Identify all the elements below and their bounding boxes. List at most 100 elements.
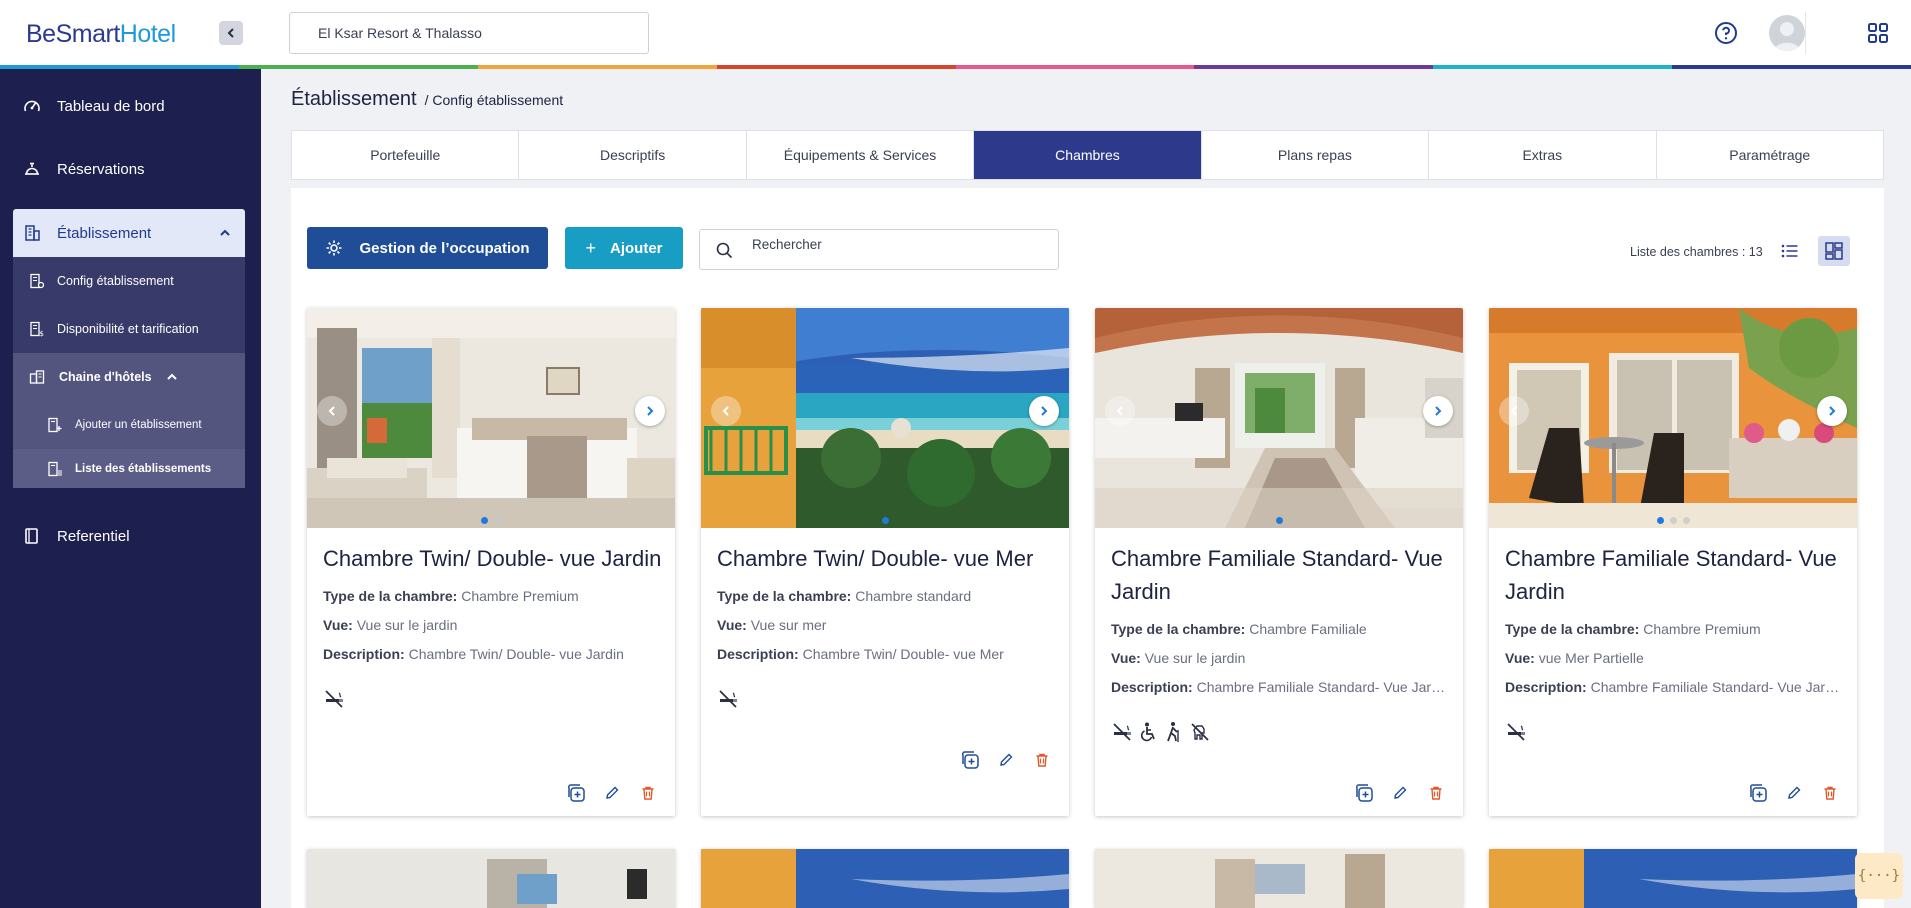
room-amenities	[717, 688, 1057, 710]
duplicate-icon	[567, 784, 585, 802]
carousel-next-button[interactable]	[635, 396, 665, 426]
sidebar-item-disponibilite[interactable]: $ Disponibilité et tarification	[13, 305, 245, 353]
apps-menu-button[interactable]	[1863, 18, 1893, 48]
search-input[interactable]	[752, 234, 1042, 254]
plus-icon: +	[585, 237, 596, 258]
help-button[interactable]	[1711, 18, 1741, 48]
delete-room-button[interactable]	[637, 782, 659, 804]
sidebar-item-liste-etablissements[interactable]: Liste des établissements	[13, 449, 245, 488]
trash-icon	[1824, 786, 1836, 800]
trash-icon	[1036, 753, 1048, 767]
grid-view-button[interactable]	[1818, 236, 1850, 266]
duplicate-room-button[interactable]	[1353, 782, 1375, 804]
sidebar-item-referentiel[interactable]: Referentiel	[13, 513, 245, 559]
add-room-button[interactable]: + Ajouter	[565, 227, 683, 269]
room-description: Description: Chambre Familiale Standard-…	[1111, 679, 1447, 695]
sidebar-item-label: Réservations	[57, 160, 145, 178]
no-smoking-icon	[1113, 723, 1131, 741]
building-add-icon	[48, 417, 62, 433]
carousel-next-button[interactable]	[1817, 396, 1847, 426]
carousel-dot[interactable]	[494, 517, 501, 524]
building-price-icon: $	[30, 321, 44, 337]
tab-parametrage[interactable]: Paramétrage	[1657, 131, 1883, 179]
sidebar-item-dashboard[interactable]: Tableau de bord	[13, 83, 245, 129]
user-avatar[interactable]	[1769, 15, 1805, 51]
room-photo	[307, 849, 675, 908]
breadcrumb-sub[interactable]: / Config établissement	[425, 92, 564, 108]
room-photo	[701, 849, 1069, 908]
room-type-label: Type de la chambre:	[1505, 621, 1640, 637]
grid-view-icon	[1825, 242, 1843, 260]
room-type-label: Type de la chambre:	[1111, 621, 1246, 637]
carousel-dot[interactable]	[1656, 517, 1664, 524]
sidebar-item-chaine-hotels[interactable]: Chaine d'hôtels	[13, 353, 245, 401]
room-description-label: Description:	[717, 646, 799, 662]
sidebar-item-etablissement[interactable]: Établissement	[13, 209, 245, 257]
tab-chambres[interactable]: Chambres	[974, 131, 1202, 179]
user-silhouette-icon	[1774, 22, 1800, 51]
brand-color-strip	[0, 65, 1911, 69]
chevron-right-icon	[1435, 406, 1442, 416]
carousel-prev-button[interactable]	[317, 396, 347, 426]
room-card-body: Chambre Twin/ Double- vue Mer Type de la…	[717, 542, 1057, 710]
carousel-dot[interactable]	[1275, 517, 1283, 524]
code-snippet-button[interactable]: {···}	[1855, 853, 1903, 899]
sidebar-collapse-button[interactable]	[219, 21, 243, 45]
room-type: Type de la chambre: Chambre Familiale	[1111, 621, 1447, 637]
tab-portefeuille[interactable]: Portefeuille	[292, 131, 520, 179]
tab-descriptifs[interactable]: Descriptifs	[519, 131, 747, 179]
delete-room-button[interactable]	[1425, 782, 1447, 804]
sidebar-item-config-etablissement[interactable]: Config établissement	[13, 257, 245, 305]
duplicate-room-button[interactable]	[1747, 782, 1769, 804]
carousel-prev-button[interactable]	[1499, 396, 1529, 426]
duplicate-room-button[interactable]	[959, 749, 981, 771]
sidebar-subitem-label: Chaine d'hôtels	[59, 370, 152, 384]
hotel-selector[interactable]: El Ksar Resort & Thalasso	[289, 12, 649, 54]
edit-room-button[interactable]	[1389, 782, 1411, 804]
carousel-next-button[interactable]	[1423, 396, 1453, 426]
carousel-dot[interactable]	[481, 517, 488, 524]
room-card-body: Chambre Familiale Standard- Vue Jardin T…	[1505, 542, 1845, 743]
apps-grid-icon	[1868, 23, 1888, 43]
delete-room-button[interactable]	[1031, 749, 1053, 771]
occupancy-button-label: Gestion de l’occupation	[359, 239, 530, 257]
occupancy-management-button[interactable]: Gestion de l’occupation	[307, 227, 548, 269]
edit-room-button[interactable]	[1783, 782, 1805, 804]
room-description: Description: Chambre Twin/ Double- vue M…	[717, 646, 1053, 662]
chevron-left-icon	[722, 406, 729, 416]
carousel-dot[interactable]	[881, 517, 889, 524]
carousel-next-button[interactable]	[1029, 396, 1059, 426]
room-amenities	[1111, 721, 1451, 743]
tab-plans-repas[interactable]: Plans repas	[1202, 131, 1430, 179]
edit-room-button[interactable]	[995, 749, 1017, 771]
room-photo	[1095, 849, 1463, 908]
sidebar-item-ajouter-etablissement[interactable]: Ajouter un établissement	[13, 401, 245, 449]
search-field[interactable]	[699, 229, 1059, 270]
list-view-icon	[1781, 244, 1798, 258]
duplicate-room-button[interactable]	[565, 782, 587, 804]
sidebar-item-label: Établissement	[57, 224, 152, 242]
etablissement-submenu: Config établissement $ Disponibilité et …	[13, 257, 245, 488]
chevron-left-icon	[328, 406, 335, 416]
carousel-dot[interactable]	[1669, 517, 1677, 524]
carousel-prev-button[interactable]	[1105, 396, 1135, 426]
sidebar-item-reservations[interactable]: Réservations	[13, 146, 245, 192]
chevron-right-icon	[1829, 406, 1836, 416]
carousel-dot[interactable]	[1682, 517, 1690, 524]
delete-room-button[interactable]	[1819, 782, 1841, 804]
room-type: Type de la chambre: Chambre Premium	[1505, 621, 1841, 637]
app-logo[interactable]: BeSmartHotel	[26, 20, 176, 49]
room-photo	[1489, 849, 1857, 908]
edit-room-button[interactable]	[601, 782, 623, 804]
room-photo	[701, 308, 1069, 528]
tab-extras[interactable]: Extras	[1429, 131, 1657, 179]
sidebar-subitem-label: Liste des établissements	[75, 462, 212, 475]
list-view-button[interactable]	[1774, 236, 1806, 266]
room-view-label: Vue:	[323, 617, 353, 633]
rooms-count-label: Liste des chambres : 13	[1630, 245, 1763, 259]
room-card: Chambre Familiale Standard- Vue Jardin T…	[1489, 308, 1857, 816]
no-smoking-icon	[325, 690, 343, 708]
carousel-prev-button[interactable]	[711, 396, 741, 426]
tab-equipements-services[interactable]: Équipements & Services	[747, 131, 975, 179]
chevron-right-icon	[1041, 406, 1048, 416]
